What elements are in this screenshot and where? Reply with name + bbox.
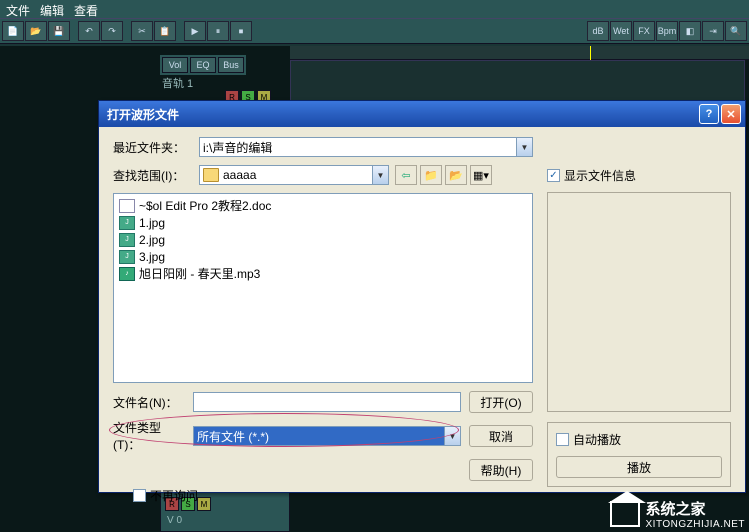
- wet-button[interactable]: Wet: [610, 21, 632, 41]
- toolbar-button[interactable]: 📂: [25, 21, 47, 41]
- jpg-icon: J: [119, 233, 135, 247]
- vol-button[interactable]: Vol: [162, 57, 188, 73]
- toolbar-button[interactable]: ◧: [679, 21, 701, 41]
- play-button[interactable]: 播放: [556, 456, 722, 478]
- app-menubar: 文件 编辑 查看: [0, 0, 749, 18]
- dont-ask-label: 不再询问: [150, 487, 198, 504]
- help-icon[interactable]: ?: [699, 104, 719, 124]
- bpm-button[interactable]: Bpm: [656, 21, 678, 41]
- toolbar-button[interactable]: 🔍: [725, 21, 747, 41]
- show-info-label: 显示文件信息: [564, 167, 636, 184]
- file-item[interactable]: J 2.jpg: [117, 231, 529, 248]
- file-list[interactable]: ~$ol Edit Pro 2教程2.doc J 1.jpg J 2.jpg J…: [113, 193, 533, 383]
- close-icon[interactable]: ✕: [721, 104, 741, 124]
- toolbar-button[interactable]: ▶: [184, 21, 206, 41]
- toolbar-button[interactable]: ⏹: [230, 21, 252, 41]
- menu-item[interactable]: 编辑: [40, 2, 64, 16]
- up-folder-button[interactable]: 📁: [420, 165, 442, 185]
- db-button[interactable]: dB: [587, 21, 609, 41]
- recent-folder-value: i:\声音的编辑: [203, 139, 272, 156]
- track-header: Vol EQ Bus: [160, 55, 246, 75]
- toolbar-button[interactable]: 💾: [48, 21, 70, 41]
- toolbar-button[interactable]: ✂: [131, 21, 153, 41]
- file-name: 1.jpg: [139, 216, 165, 230]
- toolbar-button[interactable]: ⇥: [702, 21, 724, 41]
- recent-folder-select[interactable]: i:\声音的编辑 ▼: [199, 137, 533, 157]
- bus-button[interactable]: Bus: [218, 57, 244, 73]
- filetype-label: 文件类型(T)：: [113, 419, 185, 453]
- new-folder-button[interactable]: 📂: [445, 165, 467, 185]
- file-name: ~$ol Edit Pro 2教程2.doc: [139, 197, 271, 214]
- chevron-down-icon[interactable]: ▼: [444, 427, 460, 445]
- toolbar-button[interactable]: ↷: [101, 21, 123, 41]
- mp3-icon: ♪: [119, 267, 135, 281]
- recent-folder-label: 最近文件夹：: [113, 139, 193, 156]
- autoplay-checkbox[interactable]: [556, 433, 569, 446]
- footer-url: XITONGZHIJIA.NET: [646, 519, 746, 530]
- house-icon: [610, 501, 640, 527]
- view-menu-button[interactable]: ▦▾: [470, 165, 492, 185]
- filename-label: 文件名(N)：: [113, 394, 185, 411]
- dialog-titlebar[interactable]: 打开波形文件 ? ✕: [99, 101, 745, 127]
- file-item[interactable]: J 3.jpg: [117, 248, 529, 265]
- back-button[interactable]: ⇦: [395, 165, 417, 185]
- cancel-button[interactable]: 取消: [469, 425, 533, 447]
- filetype-value: 所有文件 (*.*): [197, 428, 269, 445]
- autoplay-label: 自动播放: [573, 431, 621, 448]
- filetype-select[interactable]: 所有文件 (*.*) ▼: [193, 426, 461, 446]
- file-item[interactable]: J 1.jpg: [117, 214, 529, 231]
- autoplay-group: 自动播放 播放: [547, 422, 731, 487]
- footer-brand: 系统之家: [646, 498, 746, 519]
- open-button[interactable]: 打开(O): [469, 391, 533, 413]
- lookin-select[interactable]: aaaaa ▼: [199, 165, 389, 185]
- dont-ask-checkbox[interactable]: [133, 489, 146, 502]
- file-name: 旭日阳刚 - 春天里.mp3: [139, 265, 260, 282]
- timeline[interactable]: [290, 46, 749, 60]
- file-name: 3.jpg: [139, 250, 165, 264]
- help-button[interactable]: 帮助(H): [469, 459, 533, 481]
- playhead-marker[interactable]: [590, 46, 591, 60]
- jpg-icon: J: [119, 216, 135, 230]
- menu-item[interactable]: 文件: [6, 2, 30, 16]
- dialog-title: 打开波形文件: [103, 106, 699, 123]
- app-toolbar: 📄 📂 💾 ↶ ↷ ✂ 📋 ▶ ⏸ ⏹ dB Wet FX Bpm ◧ ⇥ 🔍: [0, 18, 749, 44]
- footer-watermark: 系统之家 XITONGZHIJIA.NET: [610, 498, 746, 530]
- show-info-checkbox[interactable]: ✓: [547, 169, 560, 182]
- menu-item[interactable]: 查看: [74, 2, 98, 16]
- open-file-dialog: 打开波形文件 ? ✕ 最近文件夹： i:\声音的编辑 ▼ 查找范围(I)： aa…: [98, 100, 746, 493]
- toolbar-button[interactable]: 📋: [154, 21, 176, 41]
- filename-input[interactable]: [193, 392, 461, 412]
- lookin-value: aaaaa: [223, 168, 256, 182]
- chevron-down-icon[interactable]: ▼: [372, 166, 388, 184]
- volume-label: V 0: [161, 515, 289, 526]
- eq-button[interactable]: EQ: [190, 57, 216, 73]
- chevron-down-icon[interactable]: ▼: [516, 138, 532, 156]
- file-item[interactable]: ♪ 旭日阳刚 - 春天里.mp3: [117, 265, 529, 282]
- track-label: 音轨 1: [162, 75, 193, 91]
- file-info-panel: [547, 192, 731, 412]
- file-name: 2.jpg: [139, 233, 165, 247]
- fx-button[interactable]: FX: [633, 21, 655, 41]
- toolbar-button[interactable]: ⏸: [207, 21, 229, 41]
- file-item[interactable]: ~$ol Edit Pro 2教程2.doc: [117, 197, 529, 214]
- folder-icon: [203, 168, 219, 182]
- track-lane[interactable]: [290, 60, 745, 105]
- doc-icon: [119, 199, 135, 213]
- lookin-label: 查找范围(I)：: [113, 167, 193, 184]
- toolbar-button[interactable]: ↶: [78, 21, 100, 41]
- jpg-icon: J: [119, 250, 135, 264]
- toolbar-button[interactable]: 📄: [2, 21, 24, 41]
